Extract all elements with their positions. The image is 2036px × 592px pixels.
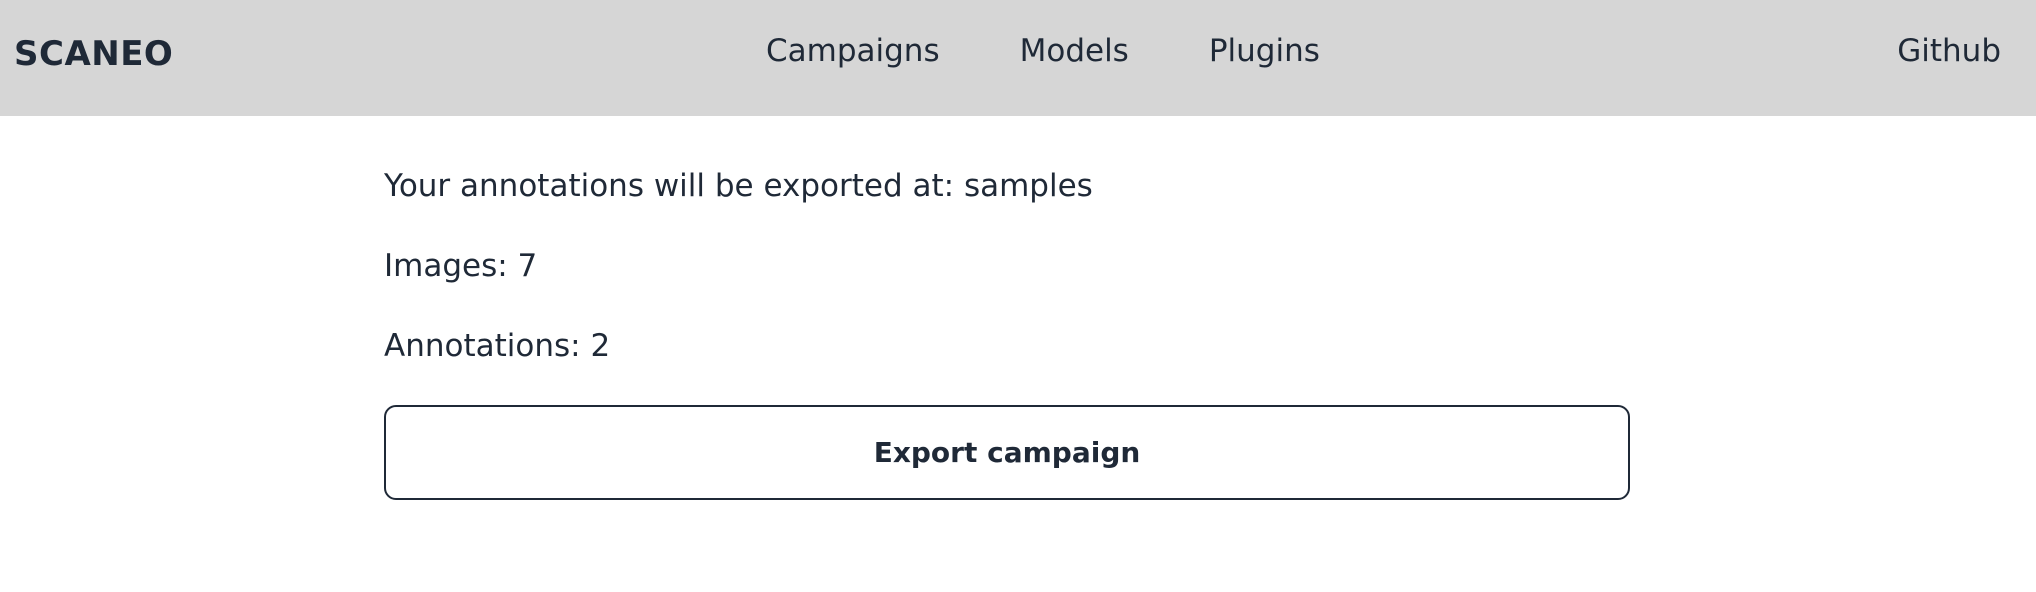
annotations-count-text: Annotations: 2 [384, 328, 611, 364]
brand-logo[interactable]: SCANEO [14, 34, 173, 74]
nav-link-github[interactable]: Github [1897, 33, 2001, 69]
nav-link-plugins[interactable]: Plugins [1209, 33, 1320, 69]
nav-link-models[interactable]: Models [1020, 33, 1129, 69]
export-path-text: Your annotations will be exported at: sa… [384, 168, 1093, 204]
top-navbar: SCANEO Campaigns Models Plugins Github [0, 0, 2036, 116]
nav-link-campaigns[interactable]: Campaigns [766, 33, 940, 69]
main-nav: Campaigns Models Plugins [766, 33, 1320, 69]
export-campaign-button[interactable]: Export campaign [384, 405, 1630, 500]
images-count-text: Images: 7 [384, 248, 538, 284]
